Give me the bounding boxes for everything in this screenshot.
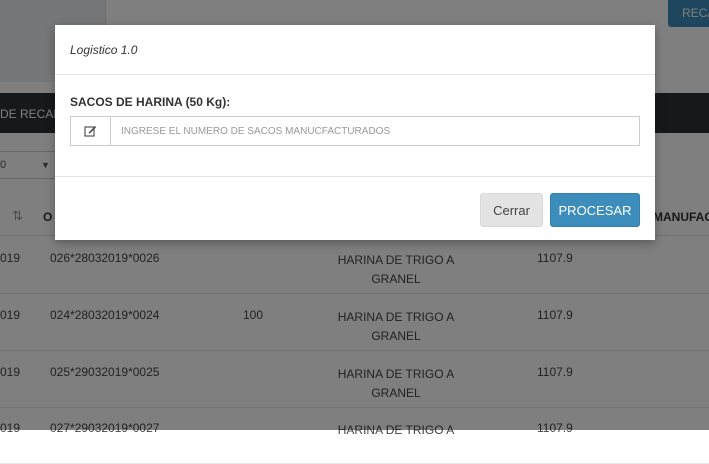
- sacks-input-group: [70, 116, 640, 146]
- sacks-field-label: SACOS DE HARINA (50 Kg):: [70, 95, 231, 109]
- modal-footer: Cerrar PROCESAR: [55, 176, 655, 240]
- modal-dialog: Logistico 1.0 SACOS DE HARINA (50 Kg): C…: [55, 25, 655, 240]
- sacks-input[interactable]: [111, 117, 639, 145]
- modal-title: Logistico 1.0: [70, 43, 138, 57]
- close-button[interactable]: Cerrar: [480, 193, 543, 227]
- modal-header: Logistico 1.0: [55, 25, 655, 75]
- process-button[interactable]: PROCESAR: [550, 193, 640, 227]
- edit-icon: [71, 117, 111, 145]
